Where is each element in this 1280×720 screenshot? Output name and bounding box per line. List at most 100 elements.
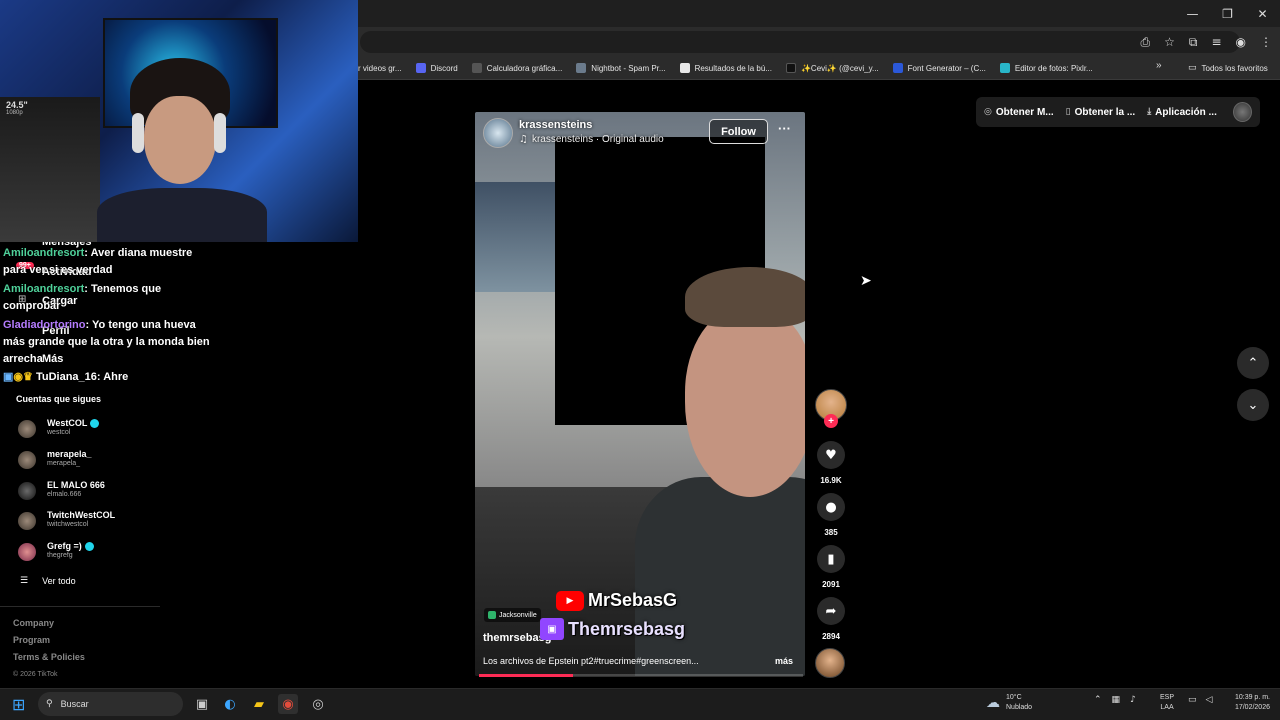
following-account[interactable]: EL MALO 666 elmalo.666 xyxy=(18,480,218,506)
bookmark-item[interactable]: Resultados de la bú... xyxy=(679,63,772,73)
file-explorer-icon[interactable]: ▰ xyxy=(249,694,269,714)
close-button[interactable]: ✕ xyxy=(1245,0,1280,27)
follow-button[interactable]: Follow xyxy=(709,119,768,144)
bookmark-item[interactable]: Nightbot - Spam Pr... xyxy=(576,63,666,73)
nightbot-icon xyxy=(576,63,587,73)
follow-plus-icon[interactable]: + xyxy=(824,414,838,428)
chat-message: Amiloandresort: Tenemos que comprobar xyxy=(3,281,173,315)
chat-text: : Ahre xyxy=(96,371,129,383)
youtube-overlay: ▶ MrSebasG xyxy=(556,590,677,611)
taskbar-clock[interactable]: 10:39 p. m. 17/02/2026 xyxy=(1222,693,1270,713)
list-icon: ☰ xyxy=(20,576,29,586)
install-app-icon[interactable]: ⎙ xyxy=(1141,35,1151,50)
avatar xyxy=(18,543,36,561)
streamer-webcam: 24.5" 1080p xyxy=(0,0,358,242)
footer-link-company[interactable]: Company xyxy=(13,618,85,628)
toolbar-icons: ⎙ ☆ ⧉ ≡ ◉ ⋮ xyxy=(1141,31,1273,53)
monitor-label: 24.5" xyxy=(6,100,28,110)
location-badge[interactable]: Jacksonville xyxy=(484,608,541,622)
cloud-icon: ☁ xyxy=(986,695,1000,711)
music-note-icon: ♫ xyxy=(519,134,528,145)
footer-link-program[interactable]: Program xyxy=(13,635,85,645)
coin-icon: ◎ xyxy=(984,107,992,117)
video-username[interactable]: krassensteins xyxy=(519,119,592,131)
bookmarks-list: r videos gr... Discord Calculadora gráfi… xyxy=(358,56,1093,80)
bookmark-star-icon[interactable]: ☆ xyxy=(1164,35,1175,49)
following-title: Cuentas que sigues xyxy=(16,394,102,404)
chat-username: Gladiadortorino xyxy=(3,319,86,331)
more-options-button[interactable]: ··· xyxy=(778,121,791,136)
next-video-button[interactable]: ⌄ xyxy=(1237,389,1269,421)
maximize-button[interactable]: ❐ xyxy=(1210,0,1245,27)
avatar xyxy=(18,512,36,530)
chevron-down-icon: ⌄ xyxy=(1247,397,1259,413)
minimize-button[interactable]: — xyxy=(1175,0,1210,27)
bookmark-icon: ▮ xyxy=(827,551,835,567)
get-app-button[interactable]: ▯ Obtener la ... xyxy=(1066,107,1136,118)
caption-more-button[interactable]: más xyxy=(775,656,793,666)
bookmark-item[interactable]: r videos gr... xyxy=(358,64,402,73)
tray-status[interactable]: ▭ ◁ xyxy=(1188,695,1212,705)
footer-links: Company Program Terms & Policies xyxy=(13,618,85,669)
video-creator-avatar[interactable] xyxy=(483,118,513,148)
twitch-channel-name: Themrsebasg xyxy=(568,618,686,639)
avatar xyxy=(18,451,36,469)
following-account[interactable]: TwitchWestCOL twitchwestcol xyxy=(18,510,218,536)
folder-icon: ▭ xyxy=(1188,63,1197,73)
mouse-cursor-icon: ➤ xyxy=(860,273,872,289)
profile-avatar[interactable] xyxy=(1232,102,1252,122)
language-indicator[interactable]: ESP LAA xyxy=(1160,693,1174,713)
window-controls: — ❐ ✕ xyxy=(1175,0,1280,27)
edge-icon[interactable]: ◐ xyxy=(220,694,240,714)
video-audio[interactable]: ♫ krassensteins · Original audio xyxy=(519,134,664,145)
like-button[interactable]: ♥ xyxy=(817,441,845,469)
task-view-icon[interactable]: ▣ xyxy=(192,694,212,714)
location-icon xyxy=(488,611,496,619)
phone-icon: ▯ xyxy=(1065,107,1071,117)
browser-menu-icon[interactable]: ⋮ xyxy=(1260,35,1272,49)
bookmark-item[interactable]: Discord xyxy=(415,63,458,73)
chat-badges-icon: ▣ xyxy=(3,371,14,383)
bookmark-item[interactable]: ✨Cevi✨ (@cevi_y... xyxy=(785,63,879,73)
comment-button[interactable]: ● xyxy=(817,493,845,521)
following-account[interactable]: Grefg =) thegrefg xyxy=(18,541,218,567)
music-disc[interactable] xyxy=(815,648,845,678)
desktop-app-button[interactable]: ⤓ Aplicación ... xyxy=(1147,107,1217,118)
chat-username: Amiloandresort xyxy=(3,247,85,259)
profile-avatar-icon[interactable]: ◉ xyxy=(1236,35,1246,49)
extensions-icon[interactable]: ⧉ xyxy=(1189,35,1198,50)
copyright: © 2026 TikTok xyxy=(13,671,58,678)
footer-link-terms[interactable]: Terms & Policies xyxy=(13,652,85,662)
bookmarks-overflow-button[interactable]: » xyxy=(1156,60,1162,71)
chrome-icon[interactable]: ◉ xyxy=(278,694,298,714)
taskbar-search[interactable]: ⚲ Buscar xyxy=(38,692,183,716)
save-button[interactable]: ▮ xyxy=(817,545,845,573)
monitor-box xyxy=(0,97,100,242)
previous-video-button[interactable]: ⌃ xyxy=(1237,347,1269,379)
share-icon: ➦ xyxy=(825,603,837,619)
video-progress-bar[interactable] xyxy=(479,674,803,677)
tray-app-icon[interactable]: ▦ xyxy=(1112,695,1121,705)
following-account[interactable]: WestCOL westcol xyxy=(18,418,218,444)
youtube-icon: ▶ xyxy=(556,590,584,611)
weather-widget[interactable]: ☁ 10°C Nublado xyxy=(986,693,1032,713)
address-bar[interactable] xyxy=(360,31,1240,53)
microphone-icon[interactable]: ♪ xyxy=(1130,695,1136,705)
media-control-icon[interactable]: ≡ xyxy=(1211,35,1221,49)
search-icon: ⚲ xyxy=(46,699,53,709)
bookmark-item[interactable]: Font Generator – (C... xyxy=(892,63,986,73)
all-bookmarks-button[interactable]: ▭ Todos los favoritos xyxy=(1188,56,1268,80)
verified-icon xyxy=(90,418,100,428)
obs-icon[interactable]: ◎ xyxy=(308,694,328,714)
share-button[interactable]: ➦ xyxy=(817,597,845,625)
chat-username: TuDiana_16 xyxy=(35,371,97,383)
chevron-up-icon[interactable]: ⌃ xyxy=(1094,695,1102,705)
following-account[interactable]: merapela_ merapela_ xyxy=(18,449,218,475)
get-coins-button[interactable]: ◎ Obtener M... xyxy=(984,107,1054,118)
windows-start-icon[interactable]: ⊞ xyxy=(12,695,25,714)
bookmark-item[interactable]: Editor de fotos: Pixlr... xyxy=(999,63,1093,73)
see-all-button[interactable]: ☰ Ver todo xyxy=(20,576,76,586)
comment-count: 385 xyxy=(824,528,838,537)
bookmark-item[interactable]: Calculadora gráfica... xyxy=(471,63,562,73)
verified-icon xyxy=(84,541,94,551)
